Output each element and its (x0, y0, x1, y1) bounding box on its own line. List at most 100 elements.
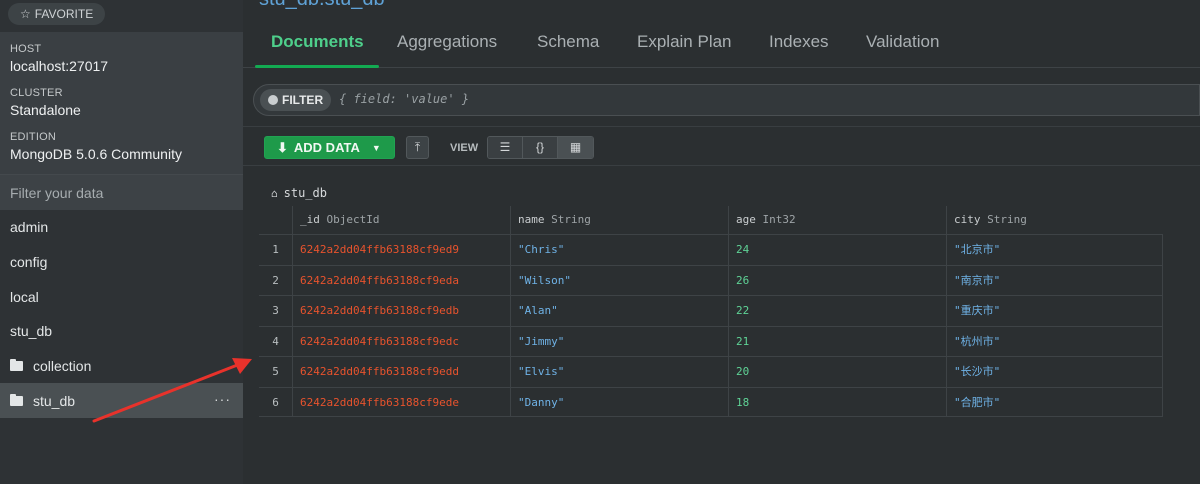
cell-city[interactable]: "北京市" (946, 235, 1163, 265)
filter-query-input[interactable]: { field: 'value' } (339, 92, 469, 106)
add-data-label: ADD DATA (293, 140, 360, 155)
favorite-button[interactable]: ☆ FAVORITE (8, 3, 106, 25)
filter-info-icon (268, 95, 278, 105)
cell-id[interactable]: 6242a2dd04ffb63188cf9edb (292, 296, 510, 326)
edition-value: MongoDB 5.0.6 Community (10, 146, 182, 162)
column-header-id[interactable]: _id ObjectId (292, 206, 510, 234)
upload-icon: ⤒ (414, 140, 421, 154)
filter-label: FILTER (282, 93, 324, 107)
cell-name[interactable]: "Alan" (510, 296, 728, 326)
tab-schema[interactable]: Schema (537, 32, 599, 52)
cell-age[interactable]: 26 (728, 265, 946, 295)
documents-table: _id ObjectId name String age Int32 city … (259, 206, 1163, 417)
column-type: String (987, 213, 1027, 226)
row-number: 5 (272, 365, 279, 378)
column-type: String (551, 213, 591, 226)
row-number: 6 (272, 395, 279, 409)
cell-name[interactable]: "Jimmy" (510, 326, 728, 356)
active-tab-indicator (255, 65, 379, 68)
documents-toolbar: ⬇ ADD DATA ▼ ⤒ VIEW ☰ {} ▦ (243, 126, 1200, 166)
json-view-button[interactable]: {} (523, 137, 558, 158)
cell-city[interactable]: "重庆市" (946, 296, 1163, 326)
export-button[interactable]: ⤒ (406, 136, 429, 159)
row-number: 3 (272, 304, 279, 317)
column-name: city (954, 213, 981, 226)
sidebar-item-collection[interactable]: collection (0, 349, 243, 384)
filter-button[interactable]: FILTER (260, 89, 332, 111)
table-row[interactable]: 2 6242a2dd04ffb63188cf9eda "Wilson" 26 "… (259, 264, 1163, 295)
sidebar-filter-placeholder: Filter your data (10, 185, 104, 201)
row-number: 1 (272, 243, 279, 256)
cluster-value: Standalone (10, 102, 81, 118)
host-value: localhost:27017 (10, 58, 109, 74)
sidebar: ☆ FAVORITE HOST localhost:27017 CLUSTER … (0, 0, 243, 484)
list-view-button[interactable]: ☰ (488, 137, 523, 158)
database-label: local (10, 288, 39, 305)
sidebar-filter-input[interactable]: Filter your data (0, 174, 243, 210)
cell-age[interactable]: 18 (728, 387, 946, 416)
cell-city[interactable]: "南京市" (946, 265, 1163, 295)
view-label: VIEW (450, 142, 479, 154)
instance-info: HOST localhost:27017 CLUSTER Standalone … (0, 32, 243, 174)
column-header-city[interactable]: city String (946, 206, 1163, 234)
cell-name[interactable]: "Elvis" (510, 357, 728, 387)
cell-city[interactable]: "长沙市" (946, 357, 1163, 387)
breadcrumb-label[interactable]: stu_db (284, 186, 327, 200)
add-data-button[interactable]: ⬇ ADD DATA ▼ (264, 136, 395, 159)
star-icon: ☆ (20, 7, 31, 21)
row-number: 4 (272, 334, 279, 348)
table-row[interactable]: 1 6242a2dd04ffb63188cf9ed9 "Chris" 24 "北… (259, 234, 1163, 265)
more-options-icon[interactable]: ··· (214, 391, 231, 407)
query-bar[interactable]: FILTER { field: 'value' } (253, 84, 1200, 116)
tab-validation[interactable]: Validation (866, 32, 939, 52)
sidebar-item-stu-db-collection[interactable]: stu_db ··· (0, 383, 243, 419)
column-name: age (736, 213, 756, 226)
cell-age[interactable]: 22 (728, 296, 946, 326)
host-label: HOST (10, 43, 42, 55)
table-view-button[interactable]: ▦ (558, 137, 593, 158)
cell-age[interactable]: 21 (728, 326, 946, 356)
favorite-label: FAVORITE (34, 7, 94, 21)
column-name: name (518, 213, 545, 226)
column-header-name[interactable]: name String (510, 206, 728, 234)
sidebar-item-config[interactable]: config (0, 245, 243, 280)
cell-name[interactable]: "Chris" (510, 235, 728, 265)
cell-id[interactable]: 6242a2dd04ffb63188cf9ed9 (292, 235, 510, 265)
cell-age[interactable]: 20 (728, 357, 946, 387)
table-row[interactable]: 5 6242a2dd04ffb63188cf9edd "Elvis" 20 "长… (259, 356, 1163, 387)
caret-down-icon: ▼ (371, 142, 381, 153)
cell-name[interactable]: "Danny" (510, 387, 728, 416)
cell-id[interactable]: 6242a2dd04ffb63188cf9eda (292, 265, 510, 295)
page-title: stu_db.stu_db (259, 0, 385, 11)
main-panel: stu_db.stu_db Documents Aggregations Sch… (243, 0, 1200, 484)
edition-label: EDITION (10, 131, 57, 143)
tab-aggregations[interactable]: Aggregations (397, 32, 497, 52)
column-type: Int32 (762, 213, 796, 226)
download-icon: ⬇ (277, 139, 288, 155)
tab-explain-plan[interactable]: Explain Plan (637, 32, 732, 52)
cell-id[interactable]: 6242a2dd04ffb63188cf9edc (292, 326, 510, 356)
sidebar-item-stu-db[interactable]: stu_db (0, 314, 243, 349)
database-label: config (10, 254, 48, 271)
cell-age[interactable]: 24 (728, 235, 946, 265)
cell-city[interactable]: "杭州市" (946, 326, 1163, 356)
row-number: 2 (272, 273, 279, 287)
cell-id[interactable]: 6242a2dd04ffb63188cf9edd (292, 357, 510, 387)
row-number-header (259, 206, 292, 234)
column-type: ObjectId (326, 213, 380, 226)
cell-city[interactable]: "合肥市" (946, 387, 1163, 416)
table-row[interactable]: 6 6242a2dd04ffb63188cf9ede "Danny" 18 "合… (259, 386, 1163, 417)
folder-icon (10, 393, 23, 406)
column-header-age[interactable]: age Int32 (728, 206, 946, 234)
sidebar-item-admin[interactable]: admin (0, 210, 243, 245)
cell-id[interactable]: 6242a2dd04ffb63188cf9ede (292, 387, 510, 416)
sidebar-item-local[interactable]: local (0, 279, 243, 314)
table-row[interactable]: 4 6242a2dd04ffb63188cf9edc "Jimmy" 21 "杭… (259, 325, 1163, 356)
view-switcher: ☰ {} ▦ (487, 136, 594, 159)
table-row[interactable]: 3 6242a2dd04ffb63188cf9edb "Alan" 22 "重庆… (259, 295, 1163, 326)
tab-documents[interactable]: Documents (271, 32, 364, 52)
tab-indexes[interactable]: Indexes (769, 32, 829, 52)
cell-name[interactable]: "Wilson" (510, 265, 728, 295)
home-icon[interactable]: ⌂ (271, 187, 278, 200)
database-label: stu_db (10, 323, 53, 340)
